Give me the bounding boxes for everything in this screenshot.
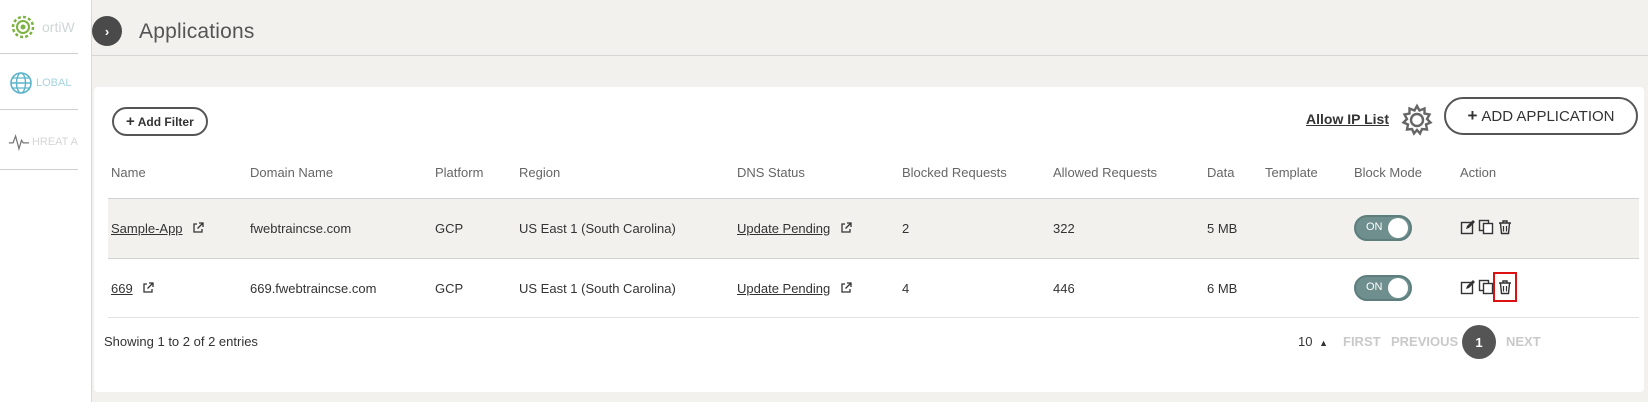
column-header-blocked[interactable]: Blocked Requests bbox=[902, 165, 1007, 180]
dns-status-link[interactable]: Update Pending bbox=[737, 281, 830, 296]
table-row: Sample-App fwebtraincse.com GCP US East … bbox=[108, 198, 1639, 258]
delete-highlight-box bbox=[1493, 272, 1517, 302]
domain-cell: 669.fwebtraincse.com bbox=[250, 281, 377, 296]
column-header-template[interactable]: Template bbox=[1265, 165, 1318, 180]
add-filter-label: Add Filter bbox=[137, 114, 194, 129]
dns-status-cell: Update Pending bbox=[737, 281, 852, 296]
dns-status-link[interactable]: Update Pending bbox=[737, 221, 830, 236]
column-header-domain[interactable]: Domain Name bbox=[250, 165, 333, 180]
column-header-region[interactable]: Region bbox=[519, 165, 560, 180]
sidebar-threat-label: HREAT A bbox=[31, 135, 78, 148]
app-name-link[interactable]: 669 bbox=[111, 281, 133, 296]
toggle-knob bbox=[1388, 278, 1408, 298]
block-mode-toggle[interactable]: ON bbox=[1354, 215, 1412, 241]
allowed-requests-cell: 322 bbox=[1053, 221, 1075, 236]
sidebar-brand-label: ortiW bbox=[42, 18, 75, 35]
column-header-allowed[interactable]: Allowed Requests bbox=[1053, 165, 1157, 180]
dns-status-cell: Update Pending bbox=[737, 221, 852, 236]
copy-icon[interactable] bbox=[1478, 279, 1494, 295]
next-page-button[interactable]: NEXT bbox=[1506, 334, 1541, 349]
sidebar-item-threat[interactable]: HREAT A bbox=[0, 114, 78, 170]
edit-icon[interactable] bbox=[1460, 279, 1476, 295]
column-header-action: Action bbox=[1460, 165, 1497, 180]
platform-cell: GCP bbox=[435, 281, 464, 296]
data-cell: 6 MB bbox=[1207, 281, 1238, 296]
caret-up-icon: ▲ bbox=[1319, 338, 1329, 348]
sidebar-toggle-button[interactable]: › bbox=[92, 16, 122, 46]
blocked-requests-cell: 2 bbox=[902, 221, 910, 236]
table-row: 669 669.fwebtraincse.com GCP US East 1 (… bbox=[108, 258, 1639, 318]
toggle-knob bbox=[1388, 218, 1408, 238]
sidebar: ortiW LOBAL HREAT A bbox=[0, 0, 92, 402]
sidebar-global-label: LOBAL bbox=[36, 76, 72, 89]
plus-icon: + bbox=[126, 113, 135, 130]
column-header-platform[interactable]: Platform bbox=[435, 165, 483, 180]
page-size-select[interactable]: 10 ▲ bbox=[1298, 334, 1328, 349]
edit-icon[interactable] bbox=[1460, 219, 1476, 235]
app-name-cell: Sample-App bbox=[111, 221, 204, 236]
sidebar-item-brand[interactable]: ortiW bbox=[0, 0, 78, 54]
toggle-on-label: ON bbox=[1366, 221, 1383, 233]
entries-info: Showing 1 to 2 of 2 entries bbox=[104, 334, 258, 349]
applications-card: + Add Filter Allow IP List + ADD APPLICA… bbox=[94, 87, 1644, 392]
current-page-button[interactable]: 1 bbox=[1462, 325, 1496, 359]
column-header-name[interactable]: Name bbox=[111, 165, 146, 180]
external-link-icon[interactable] bbox=[840, 222, 852, 234]
page-title: Applications bbox=[139, 20, 255, 43]
copy-icon[interactable] bbox=[1478, 219, 1494, 235]
add-application-label: ADD APPLICATION bbox=[1481, 107, 1615, 125]
toggle-on-label: ON bbox=[1366, 281, 1383, 293]
data-cell: 5 MB bbox=[1207, 221, 1238, 236]
pulse-icon bbox=[8, 133, 30, 151]
allow-ip-list-link[interactable]: Allow IP List bbox=[1306, 111, 1389, 127]
header-divider bbox=[92, 55, 1648, 56]
allowed-requests-cell: 446 bbox=[1053, 281, 1075, 296]
settings-gear-icon[interactable] bbox=[1399, 102, 1435, 138]
column-header-data[interactable]: Data bbox=[1207, 165, 1234, 180]
app-name-cell: 669 bbox=[111, 281, 154, 296]
external-link-icon[interactable] bbox=[840, 282, 852, 294]
block-mode-toggle[interactable]: ON bbox=[1354, 275, 1412, 301]
globe-icon bbox=[10, 71, 32, 94]
app-name-link[interactable]: Sample-App bbox=[111, 221, 183, 236]
previous-page-button[interactable]: PREVIOUS bbox=[1391, 334, 1458, 349]
external-link-icon[interactable] bbox=[142, 282, 154, 294]
plus-icon: + bbox=[1467, 106, 1478, 125]
domain-cell: fwebtraincse.com bbox=[250, 221, 352, 236]
column-header-block-mode[interactable]: Block Mode bbox=[1354, 165, 1422, 180]
region-cell: US East 1 (South Carolina) bbox=[519, 221, 676, 236]
add-application-button[interactable]: + ADD APPLICATION bbox=[1444, 97, 1638, 135]
first-page-button[interactable]: FIRST bbox=[1343, 334, 1381, 349]
trash-icon[interactable] bbox=[1497, 219, 1513, 235]
blocked-requests-cell: 4 bbox=[902, 281, 910, 296]
add-filter-button[interactable]: + Add Filter bbox=[112, 107, 208, 136]
logo-gear-icon bbox=[11, 15, 35, 38]
column-header-dns-status[interactable]: DNS Status bbox=[737, 165, 805, 180]
page-size-value: 10 bbox=[1298, 334, 1313, 349]
platform-cell: GCP bbox=[435, 221, 464, 236]
region-cell: US East 1 (South Carolina) bbox=[519, 281, 676, 296]
external-link-icon[interactable] bbox=[192, 222, 204, 234]
sidebar-item-global[interactable]: LOBAL bbox=[0, 56, 78, 110]
